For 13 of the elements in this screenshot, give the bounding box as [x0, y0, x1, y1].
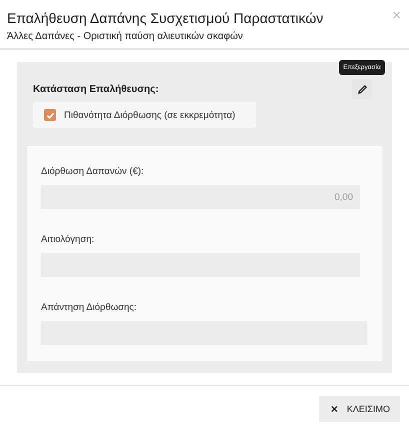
- field-label: Διόρθωση Δαπανών (€):: [41, 166, 145, 177]
- dialog-subtitle: Άλλες Δαπάνες - Οριστική παύση αλιευτικών σκαφών: [7, 30, 244, 44]
- close-button[interactable]: ×: [392, 9, 401, 23]
- checkbox[interactable]: [44, 109, 56, 121]
- edit-button[interactable]: [352, 79, 372, 99]
- field-label: Αιτιολόγηση:: [41, 234, 96, 245]
- field-label: Απάντηση Διόρθωσης:: [41, 302, 138, 313]
- close-button[interactable]: × ΚΛΕΙΣΙΜΟ: [318, 396, 400, 422]
- dialog-title: Επαλήθευση Δαπάνης Συσχετισμού Παραστατικών: [7, 9, 324, 27]
- status-label: Κατάσταση Επαλήθευσης:: [33, 84, 160, 95]
- checkbox-label: Πιθανότητα Διόρθωσης (σε εκκρεμότητα): [64, 110, 236, 120]
- input-field[interactable]: 0,00: [41, 185, 360, 209]
- pencil-icon: [356, 84, 368, 94]
